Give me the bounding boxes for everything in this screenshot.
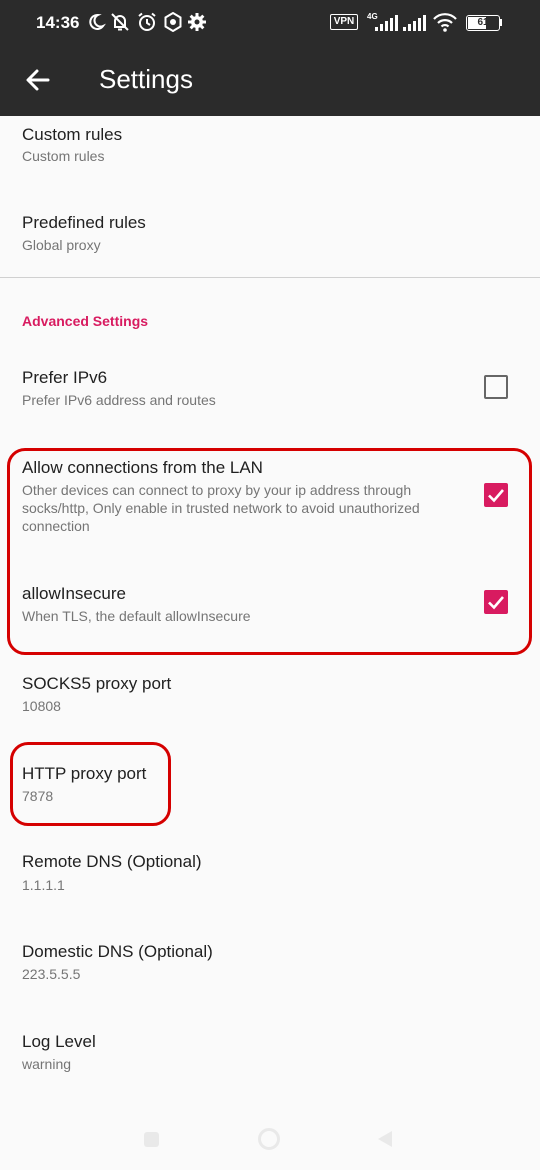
recents-button[interactable] bbox=[144, 1132, 159, 1147]
navigation-bar bbox=[0, 1105, 540, 1170]
pref-summary: Prefer IPv6 address and routes bbox=[22, 392, 216, 408]
pref-summary: Global proxy bbox=[22, 237, 101, 253]
battery-level: 61 bbox=[477, 17, 489, 28]
pref-title: SOCKS5 proxy port bbox=[22, 674, 172, 693]
signal-icon bbox=[375, 15, 398, 31]
pref-summary: Custom rules bbox=[22, 148, 105, 164]
app-bar: Settings bbox=[0, 40, 540, 116]
status-time: 14:36 bbox=[36, 13, 80, 32]
pref-summary: 10808 bbox=[22, 698, 61, 714]
back-triangle-icon[interactable] bbox=[376, 1130, 394, 1148]
pref-summary: 1.1.1.1 bbox=[22, 877, 65, 893]
alarm-icon bbox=[138, 12, 156, 31]
status-bar: 14:36 VPN 4G 61 bbox=[0, 0, 540, 40]
vpn-badge: VPN bbox=[330, 14, 358, 30]
pref-title: Predefined rules bbox=[22, 213, 146, 232]
wifi-icon bbox=[433, 13, 457, 32]
pref-title: Custom rules bbox=[22, 125, 123, 144]
battery-tip bbox=[500, 19, 502, 26]
divider bbox=[0, 277, 540, 278]
battery-icon: 61 bbox=[466, 15, 500, 31]
pref-custom-rules[interactable]: Custom rules Custom rules bbox=[0, 116, 540, 188]
highlight-annotation bbox=[10, 742, 171, 826]
pref-summary: warning bbox=[22, 1056, 72, 1072]
pref-title: Domestic DNS (Optional) bbox=[22, 942, 213, 961]
page-title: Settings bbox=[99, 64, 193, 94]
highlight-annotation bbox=[7, 448, 532, 655]
moon-icon bbox=[89, 13, 106, 30]
notifications-off-icon bbox=[111, 13, 129, 31]
pref-title: Prefer IPv6 bbox=[22, 368, 108, 387]
home-button[interactable] bbox=[258, 1128, 280, 1150]
signal-icon bbox=[403, 15, 426, 31]
gear-badge-icon bbox=[164, 12, 182, 32]
pref-title: Log Level bbox=[22, 1032, 96, 1051]
pref-title: Remote DNS (Optional) bbox=[22, 852, 202, 871]
pref-socks5-port[interactable]: SOCKS5 proxy port 10808 bbox=[0, 656, 540, 744]
settings-icon bbox=[188, 13, 206, 31]
pref-domestic-dns[interactable]: Domestic DNS (Optional) 223.5.5.5 bbox=[0, 926, 540, 1014]
prefer-ipv6-checkbox[interactable] bbox=[484, 375, 508, 399]
pref-prefer-ipv6[interactable]: Prefer IPv6 Prefer IPv6 address and rout… bbox=[0, 350, 540, 438]
pref-remote-dns[interactable]: Remote DNS (Optional) 1.1.1.1 bbox=[0, 836, 540, 924]
pref-log-level[interactable]: Log Level warning bbox=[0, 1016, 540, 1104]
pref-predefined-rules[interactable]: Predefined rules Global proxy bbox=[0, 188, 540, 276]
arrow-back-icon[interactable] bbox=[22, 64, 54, 96]
category-header-advanced: Advanced Settings bbox=[22, 313, 149, 329]
pref-summary: 223.5.5.5 bbox=[22, 966, 81, 982]
